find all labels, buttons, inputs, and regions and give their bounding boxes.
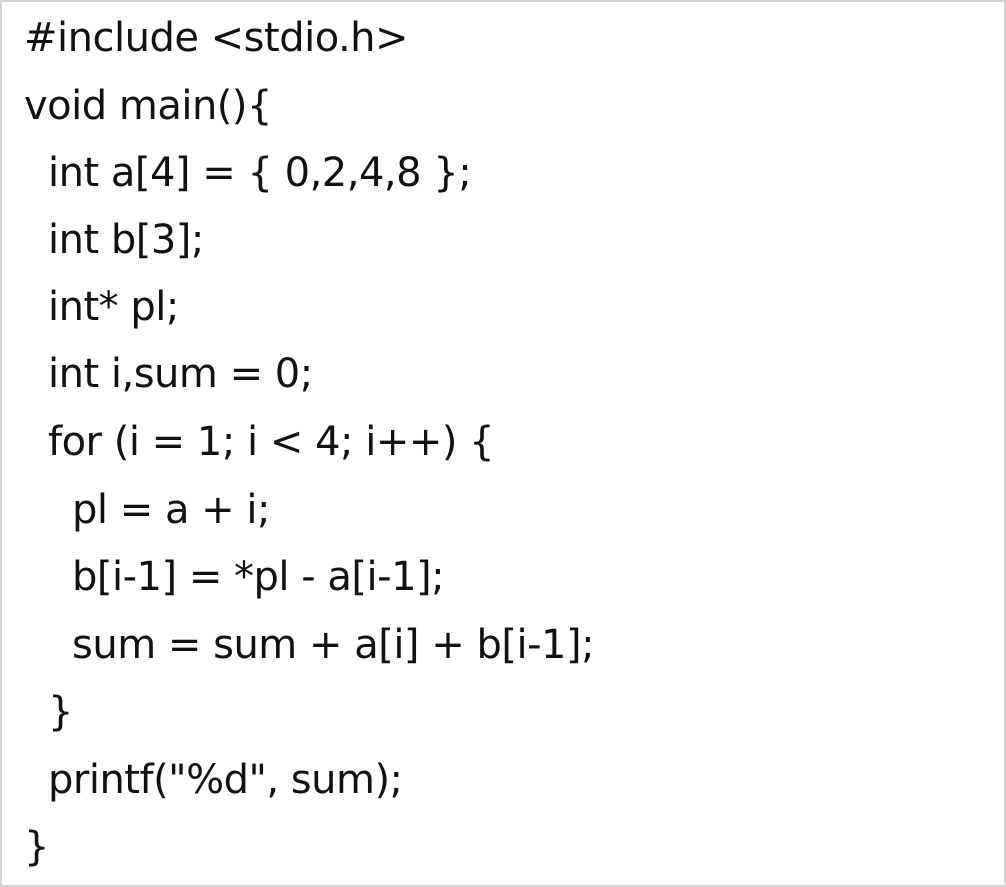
code-line-9: b[i-1] = *pl - a[i-1]; — [72, 554, 445, 600]
code-line-7: for (i = 1; i < 4; i++) { — [48, 419, 495, 465]
code-line-6: int i,sum = 0; — [48, 351, 313, 397]
code-line-12: printf("%d", sum); — [48, 757, 403, 803]
code-line-2: void main(){ — [24, 83, 272, 129]
code-line-13: } — [24, 824, 49, 870]
code-line-5: int* pl; — [48, 284, 179, 330]
code-line-11: } — [48, 689, 73, 735]
code-line-1: #include <stdio.h> — [24, 15, 409, 61]
code-line-3: int a[4] = { 0,2,4,8 }; — [48, 150, 472, 196]
code-line-8: pl = a + i; — [72, 487, 271, 533]
code-snippet-frame: #include <stdio.h> void main(){ int a[4]… — [0, 0, 1006, 887]
code-line-10: sum = sum + a[i] + b[i-1]; — [72, 622, 595, 668]
code-line-4: int b[3]; — [48, 217, 204, 263]
